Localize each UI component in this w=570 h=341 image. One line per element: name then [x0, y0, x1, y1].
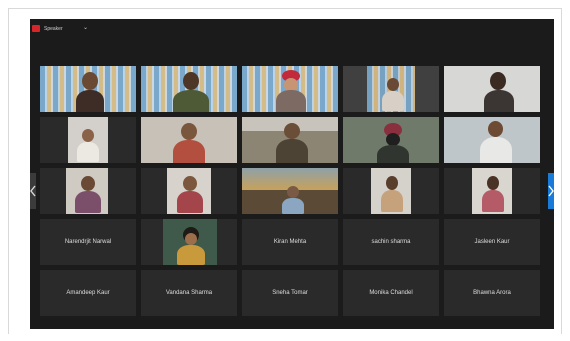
video-tile[interactable] [40, 168, 136, 214]
video-tile[interactable] [242, 117, 338, 163]
next-page-button[interactable] [548, 173, 554, 209]
chevron-down-icon[interactable]: ⌄ [83, 24, 88, 31]
participant-name-tile[interactable]: sachin sharma [343, 219, 439, 265]
participant-name-tile[interactable]: Sneha Tomar [242, 270, 338, 316]
participant-name: Monika Chandel [369, 290, 413, 296]
video-tile[interactable] [444, 117, 540, 163]
video-tile[interactable] [40, 117, 136, 163]
participant-name: sachin sharma [371, 239, 411, 245]
video-tile[interactable] [444, 168, 540, 214]
video-tile[interactable] [40, 66, 136, 112]
top-bar: Speaker ⌄ [30, 19, 554, 41]
video-meeting-window: Speaker ⌄ Narendrjit Narwal Kiran Mehta … [30, 19, 554, 329]
video-tile[interactable] [343, 168, 439, 214]
video-tile[interactable] [444, 66, 540, 112]
previous-page-button[interactable] [30, 173, 36, 209]
video-tile[interactable] [141, 168, 237, 214]
participant-name-tile[interactable]: Amandeep Kaur [40, 270, 136, 316]
view-menu-label[interactable]: Speaker [44, 25, 63, 33]
video-tile[interactable] [343, 66, 439, 112]
participant-name: Jasleen Kaur [474, 239, 510, 245]
chevron-left-icon [30, 185, 36, 197]
participant-name-tile[interactable]: Vandana Sharma [141, 270, 237, 316]
participant-name: Sneha Tomar [272, 290, 308, 296]
recording-indicator [32, 25, 40, 32]
participant-name-tile[interactable]: Bhawna Arora [444, 270, 540, 316]
participant-name: Vandana Sharma [165, 290, 213, 296]
video-tile[interactable] [343, 117, 439, 163]
participant-name-tile[interactable]: Kiran Mehta [242, 219, 338, 265]
participant-name: Amandeep Kaur [66, 290, 110, 296]
participant-name: Kiran Mehta [273, 239, 307, 245]
participant-name-tile[interactable]: Jasleen Kaur [444, 219, 540, 265]
video-tile[interactable] [242, 66, 338, 112]
video-tile[interactable] [141, 66, 237, 112]
participant-name-tile[interactable]: Narendrjit Narwal [40, 219, 136, 265]
participant-name: Narendrjit Narwal [64, 239, 112, 245]
participant-name: Bhawna Arora [473, 290, 511, 296]
video-tile[interactable] [141, 219, 237, 265]
participant-name-tile[interactable]: Monika Chandel [343, 270, 439, 316]
chevron-right-icon [548, 185, 554, 197]
video-tile[interactable] [141, 117, 237, 163]
video-tile[interactable] [242, 168, 338, 214]
